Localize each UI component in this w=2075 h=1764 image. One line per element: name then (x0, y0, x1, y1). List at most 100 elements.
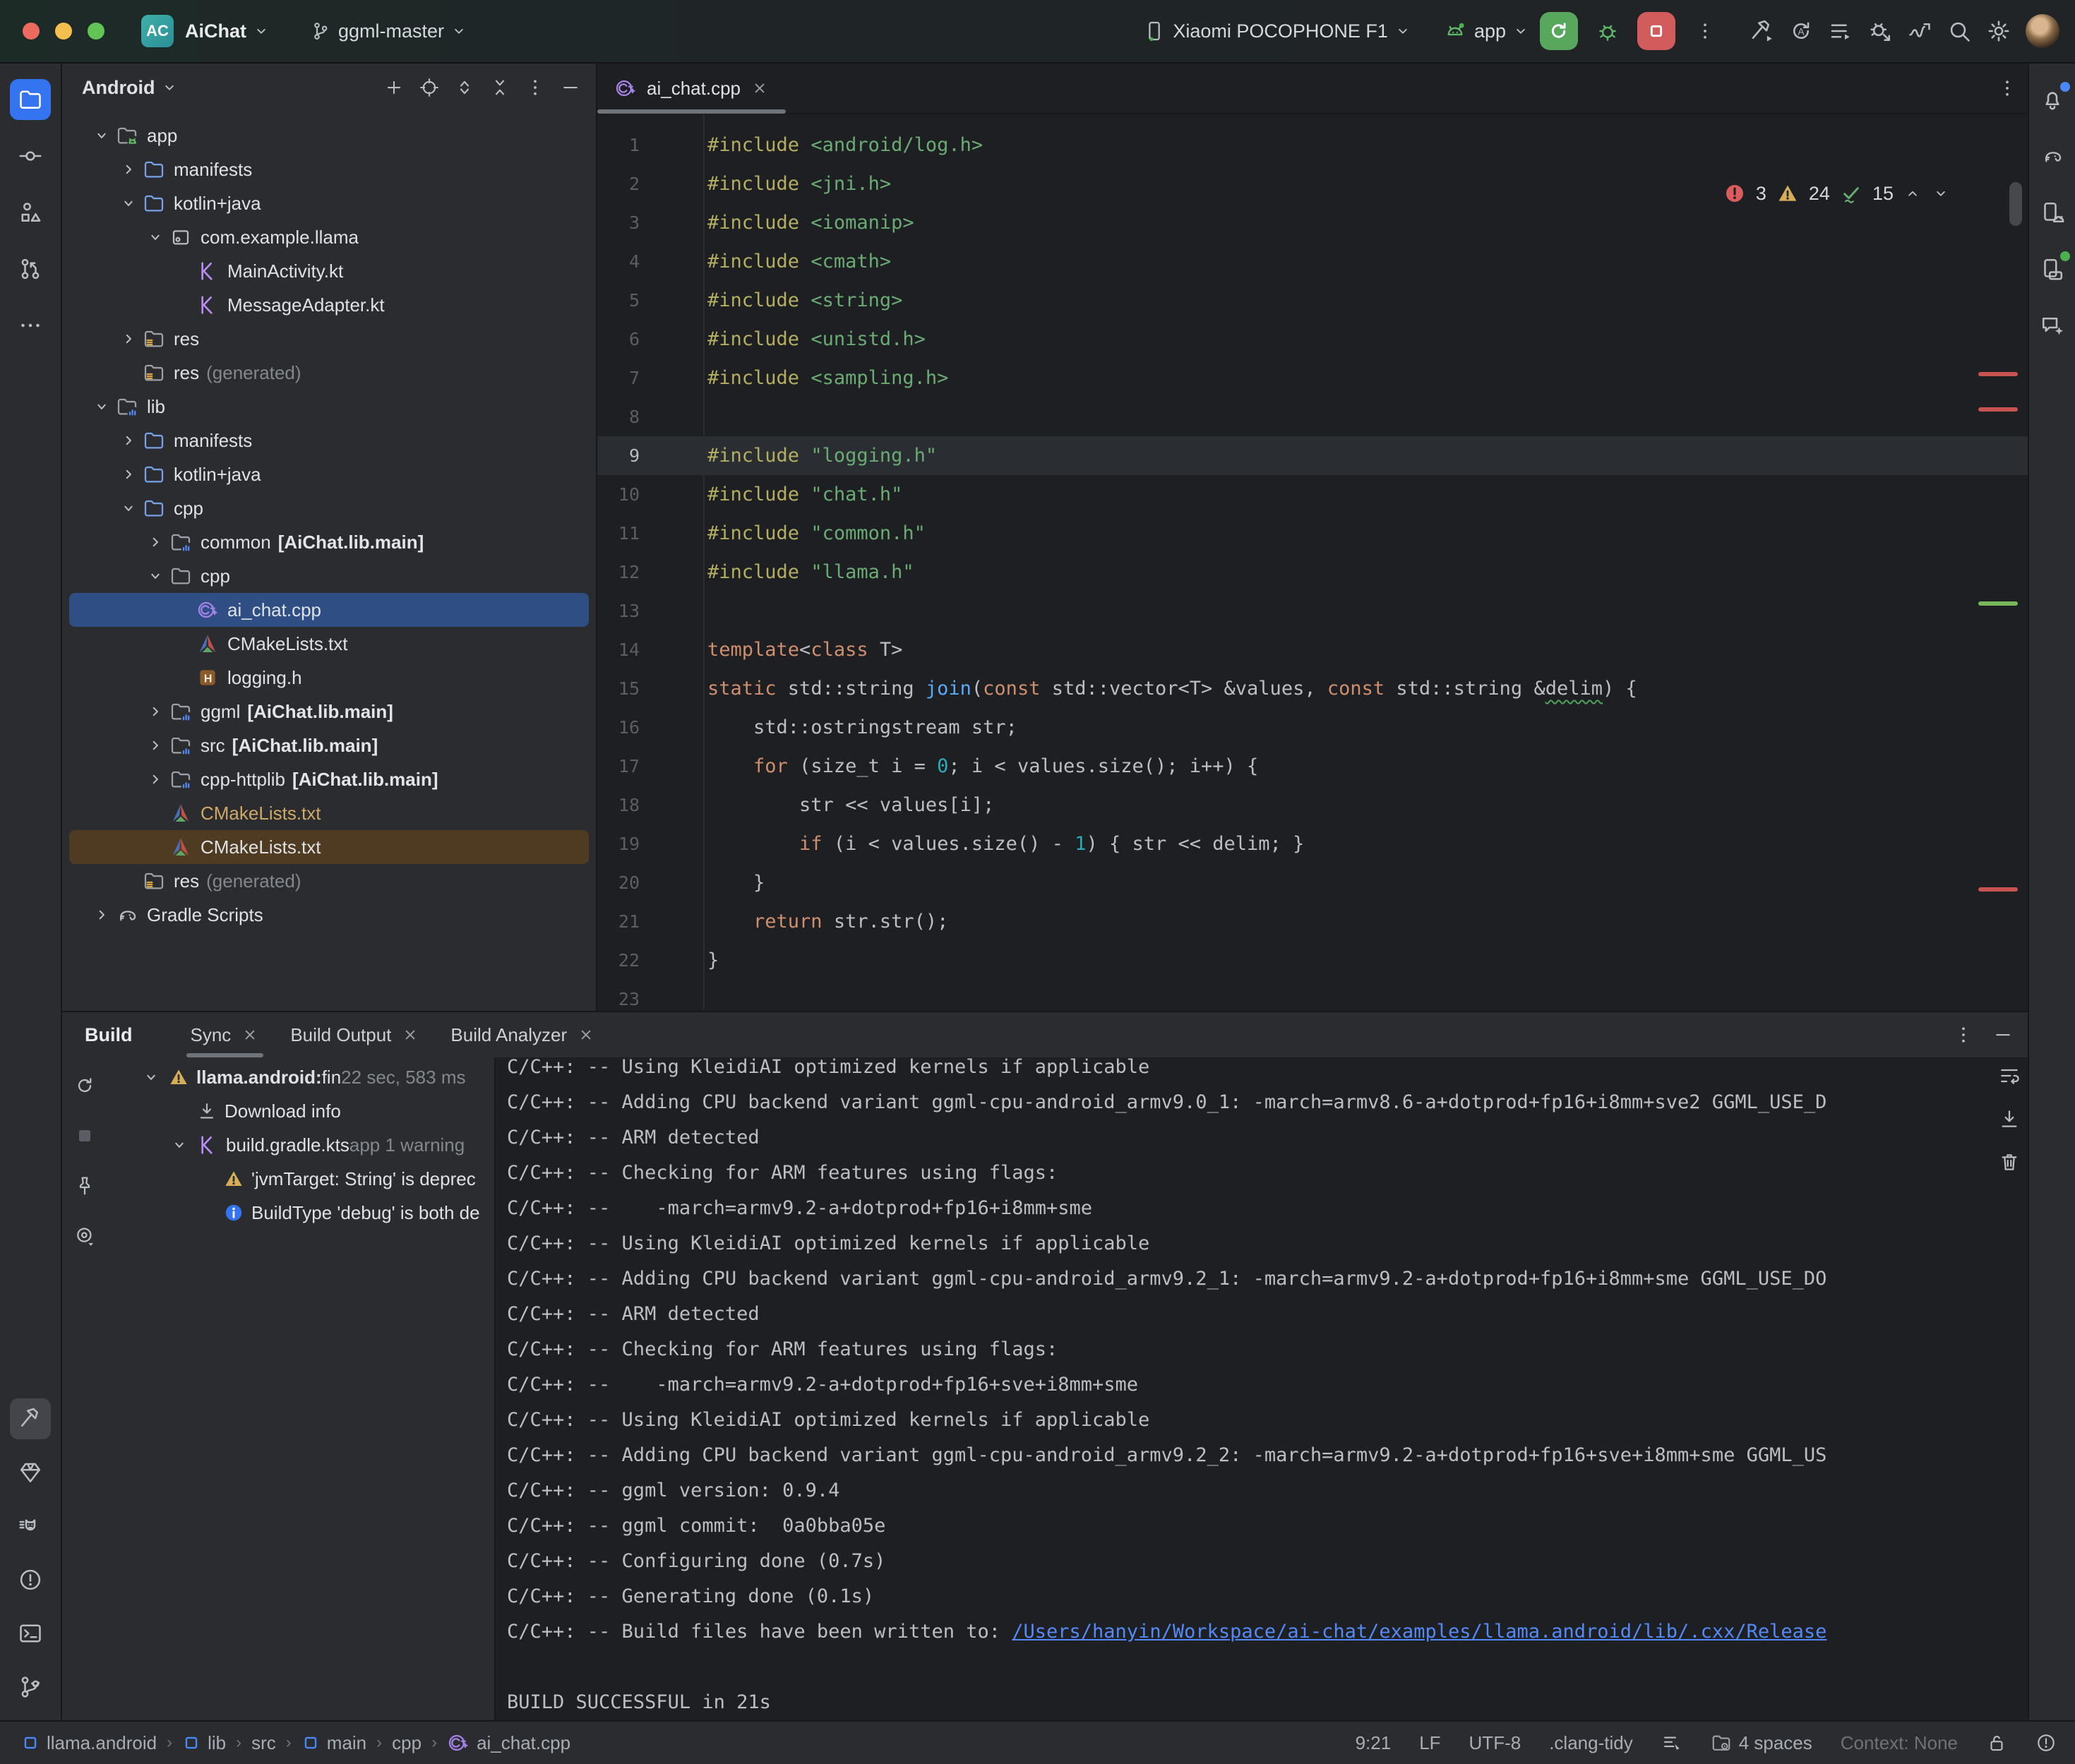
hide-build-window-icon[interactable] (1992, 1024, 2014, 1045)
code-editor[interactable]: 1#include <android/log.h>2#include <jni.… (597, 114, 2028, 1009)
status-encoding[interactable]: UTF-8 (1469, 1732, 1521, 1754)
status-code-style[interactable] (1661, 1732, 1682, 1753)
chev-closed-icon[interactable] (145, 532, 165, 552)
close-tab-icon[interactable] (751, 79, 769, 97)
build-tree-row[interactable]: Download info (107, 1094, 494, 1128)
tree-item-cmakelists-txt[interactable]: CMakeLists.txt (69, 796, 589, 830)
breadcrumb-main[interactable]: main (301, 1732, 366, 1754)
chev-open-icon[interactable] (92, 126, 112, 145)
code-line-10[interactable]: 10#include "chat.h" (597, 475, 2028, 514)
maximize-window-button[interactable] (88, 23, 104, 40)
tree-item-com-example-llama[interactable]: com.example.llama (69, 220, 589, 254)
status-clang-tidy[interactable]: .clang-tidy (1549, 1732, 1633, 1754)
close-icon[interactable] (577, 1026, 595, 1044)
build-console[interactable]: C/C++: -- Using KleidiAI optimized kerne… (494, 1057, 2028, 1720)
code-line-12[interactable]: 12#include "llama.h" (597, 553, 2028, 592)
collapse-all-icon[interactable] (484, 72, 515, 103)
build-output-path-link[interactable]: /Users/hanyin/Workspace/ai-chat/examples… (1012, 1621, 1826, 1643)
code-line-16[interactable]: 16 std::ostringstream str; (597, 708, 2028, 747)
code-line-23[interactable]: 23 (597, 980, 2028, 1009)
code-line-17[interactable]: 17 for (size_t i = 0; i < values.size();… (597, 747, 2028, 786)
build-variants-button[interactable] (1821, 11, 1860, 51)
soft-wrap-button[interactable] (1998, 1064, 2021, 1091)
tool-stripe-build[interactable] (10, 1398, 51, 1439)
code-line-22[interactable]: 22} (597, 941, 2028, 980)
tool-stripe-terminal[interactable] (10, 1613, 51, 1654)
tree-item-kotlin-java[interactable]: kotlin+java (69, 457, 589, 491)
tool-stripe-logcat[interactable] (10, 1506, 51, 1547)
sync-refresh-button[interactable] (73, 1074, 96, 1100)
search-button[interactable] (1939, 11, 1979, 51)
editor-options-icon[interactable] (1997, 78, 2018, 99)
code-line-21[interactable]: 21 return str.str(); (597, 902, 2028, 941)
scroll-to-end-button[interactable] (1998, 1108, 2021, 1134)
chev-open-icon[interactable] (119, 193, 138, 213)
next-problem-icon[interactable] (1932, 184, 1950, 203)
tree-item-cpp[interactable]: cpp (69, 559, 589, 593)
breadcrumb-ai-chat-cpp[interactable]: ai_chat.cpp (447, 1732, 570, 1754)
chev-open-icon[interactable] (169, 1135, 189, 1155)
tree-item-src[interactable]: src[AiChat.lib.main] (69, 728, 589, 762)
tree-item-res[interactable]: res(generated) (69, 864, 589, 898)
tree-item-app[interactable]: app (69, 119, 589, 152)
debug-button[interactable] (1588, 11, 1627, 51)
breadcrumb-src[interactable]: src (251, 1732, 276, 1754)
inspections-widget[interactable]: 3 24 15 (1723, 182, 1950, 205)
chev-closed-icon[interactable] (92, 905, 112, 925)
avatar[interactable] (2026, 14, 2059, 48)
minimize-window-button[interactable] (55, 23, 72, 40)
tree-item-ggml[interactable]: ggml[AiChat.lib.main] (69, 695, 589, 728)
code-line-1[interactable]: 1#include <android/log.h> (597, 126, 2028, 164)
chev-closed-icon[interactable] (145, 736, 165, 755)
tool-stripe-running-devices[interactable] (2032, 248, 2073, 289)
tree-item-cpp[interactable]: cpp (69, 491, 589, 525)
code-line-19[interactable]: 19 if (i < values.size() - 1) { str << d… (597, 824, 2028, 863)
build-tree-row[interactable]: build.gradle.kts app 1 warning (107, 1128, 494, 1162)
chev-open-icon[interactable] (92, 397, 112, 416)
code-line-8[interactable]: 8 (597, 397, 2028, 436)
tree-item-manifests[interactable]: manifests (69, 424, 589, 457)
prev-problem-icon[interactable] (1903, 184, 1922, 203)
breadcrumb-cpp[interactable]: cpp (392, 1732, 421, 1754)
branch-widget[interactable]: ggml-master (310, 20, 468, 42)
tab-ai-chat-cpp[interactable]: ai_chat.cpp (597, 64, 786, 114)
build-tree-row[interactable]: 'jvmTarget: String' is deprec (107, 1162, 494, 1196)
build-tab-build-output[interactable]: Build Output (275, 1012, 435, 1057)
build-tree-row[interactable]: BuildType 'debug' is both de (107, 1196, 494, 1230)
build-options-icon[interactable] (1953, 1024, 1974, 1045)
tree-item-mainactivity-kt[interactable]: MainActivity.kt (69, 254, 589, 288)
breadcrumb-lib[interactable]: lib (182, 1732, 226, 1754)
add-icon[interactable] (378, 72, 409, 103)
more-run-options-button[interactable] (1685, 11, 1725, 51)
status-inspections-status[interactable] (2035, 1732, 2057, 1753)
editor-scrollbar[interactable] (2009, 182, 2022, 226)
device-selector[interactable]: Xiaomi POCOPHONE F1 (1143, 20, 1412, 42)
tree-item-manifests[interactable]: manifests (69, 152, 589, 186)
tree-item-cmakelists-txt[interactable]: CMakeLists.txt (69, 830, 589, 864)
chev-closed-icon[interactable] (119, 329, 138, 349)
run-configuration-selector[interactable]: app (1443, 19, 1530, 43)
tree-item-kotlin-java[interactable]: kotlin+java (69, 186, 589, 220)
tool-stripe-problems[interactable] (10, 1559, 51, 1600)
apply-changes-button[interactable]: A (1781, 11, 1821, 51)
status-unlock[interactable] (1986, 1732, 2007, 1753)
tool-stripe-commit[interactable] (10, 136, 51, 176)
code-line-20[interactable]: 20 } (597, 863, 2028, 902)
error-stripe-mark[interactable] (1978, 601, 2018, 606)
tree-item-lib[interactable]: lib (69, 390, 589, 424)
settings-button[interactable] (1979, 11, 2019, 51)
project-widget[interactable]: AC AiChat (104, 15, 270, 47)
tool-stripe-app-quality-insights[interactable] (10, 1452, 51, 1493)
expand-all-icon[interactable] (449, 72, 480, 103)
locate-icon[interactable] (414, 72, 445, 103)
chev-closed-icon[interactable] (119, 464, 138, 484)
breadcrumb-llama-android[interactable]: llama.android (21, 1732, 157, 1754)
chev-closed-icon[interactable] (119, 431, 138, 450)
tool-stripe-pull-requests[interactable] (10, 248, 51, 289)
build-tab-sync[interactable]: Sync (175, 1012, 275, 1057)
clear-all-button[interactable] (1998, 1151, 2021, 1177)
chev-open-icon[interactable] (119, 498, 138, 518)
code-line-9[interactable]: 9#include "logging.h" (597, 436, 2028, 475)
hammer-build-button[interactable] (1742, 11, 1781, 51)
status-caret-position[interactable]: 9:21 (1356, 1732, 1392, 1754)
